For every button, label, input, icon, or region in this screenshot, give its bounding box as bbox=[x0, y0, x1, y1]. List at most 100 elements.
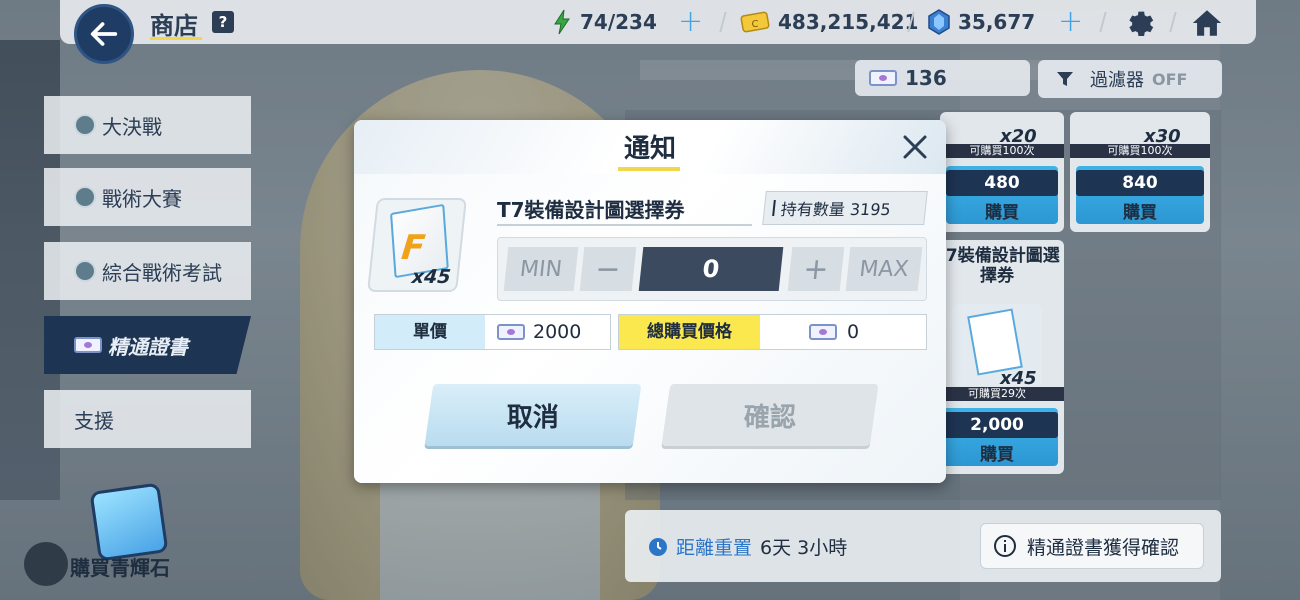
purchase-count: 可購買100次 bbox=[940, 144, 1064, 158]
joint-exam-icon bbox=[74, 260, 96, 282]
owned-count: 持有數量 3195 bbox=[762, 191, 928, 225]
quantity-stepper: MIN − 0 + MAX bbox=[497, 237, 927, 301]
purchase-dialog: 通知 F x45 T7裝備設計圖選擇券 持有數量 3195 MIN − 0 + … bbox=[354, 120, 946, 483]
play-icon bbox=[24, 542, 68, 586]
total-price-label: 總購買價格 bbox=[619, 315, 760, 349]
item-multiplier: x45 bbox=[410, 266, 452, 288]
item-multiplier: x45 bbox=[1000, 368, 1037, 389]
plus-icon: + bbox=[678, 4, 704, 39]
sidebar-item-label: 戰術大賽 bbox=[102, 186, 182, 211]
unit-price-box: 單價 2000 bbox=[374, 314, 611, 350]
gems-add-button[interactable]: + bbox=[1058, 4, 1084, 39]
back-button[interactable] bbox=[74, 4, 134, 64]
sidebar-item-label: 精通證書 bbox=[108, 334, 188, 359]
shop-item-card[interactable]: x20 可購買100次 480 購買 bbox=[940, 112, 1064, 232]
credit-coin-icon: C bbox=[740, 11, 770, 33]
sidebar-item-mastery-certificate[interactable]: 精通證書 bbox=[44, 316, 251, 374]
sidebar-item-joint-exam[interactable]: 綜合戰術考試 bbox=[44, 242, 251, 300]
confirm-button[interactable]: 確認 bbox=[661, 384, 879, 446]
svg-text:C: C bbox=[752, 19, 759, 30]
min-button[interactable]: MIN bbox=[503, 247, 579, 291]
item-thumbnail: F x45 bbox=[367, 198, 467, 292]
ticket-icon bbox=[74, 337, 102, 353]
buy-label: 購買 bbox=[985, 203, 1019, 223]
gem-bag-icon bbox=[89, 482, 169, 562]
mastery-currency-display: 136 bbox=[855, 60, 1030, 96]
filter-state: OFF bbox=[1152, 69, 1188, 89]
sidebar-item-support[interactable]: 支援 bbox=[44, 390, 251, 448]
plus-icon: + bbox=[1058, 4, 1084, 39]
unit-price: 2000 bbox=[533, 321, 582, 343]
stamina-value: 74/234 bbox=[580, 10, 657, 34]
plus-button[interactable]: + bbox=[787, 247, 845, 291]
title-underline bbox=[618, 167, 680, 171]
grand-assault-icon bbox=[74, 114, 96, 136]
credits-value: 483,215,421 bbox=[778, 10, 919, 34]
buy-label: 購買 bbox=[1123, 203, 1157, 223]
item-price: 840 bbox=[1076, 170, 1204, 196]
max-button[interactable]: MAX bbox=[845, 247, 923, 291]
sidebar-item-grand-assault[interactable]: 大決戰 bbox=[44, 96, 251, 154]
reset-label: 距離重置 bbox=[676, 537, 753, 559]
reset-value: 6天 3小時 bbox=[760, 537, 848, 559]
dialog-body: F x45 T7裝備設計圖選擇券 持有數量 3195 MIN − 0 + MAX… bbox=[354, 174, 946, 483]
buy-label: 購買 bbox=[980, 445, 1014, 465]
close-icon[interactable] bbox=[898, 130, 932, 164]
sidebar-item-label: 支援 bbox=[74, 408, 114, 433]
sidebar-item-label: 綜合戰術考試 bbox=[102, 260, 222, 285]
info-icon bbox=[994, 535, 1016, 557]
ticket-icon bbox=[497, 324, 525, 340]
total-price-value: 0 bbox=[809, 315, 859, 349]
ticket-icon bbox=[869, 70, 897, 86]
gems-display: 35,677 bbox=[928, 8, 1035, 36]
total-price-box: 總購買價格 0 bbox=[618, 314, 927, 350]
dialog-title: 通知 bbox=[623, 134, 676, 164]
clock-icon bbox=[649, 537, 667, 556]
stamina-display: 74/234 bbox=[552, 8, 657, 36]
purchase-count: 可購買29次 bbox=[930, 387, 1064, 401]
title-underline bbox=[150, 37, 202, 40]
filter-button[interactable]: 過濾器 OFF bbox=[1038, 60, 1222, 98]
unit-price-label: 單價 bbox=[375, 315, 485, 349]
help-icon[interactable]: ? bbox=[212, 11, 234, 33]
ticket-icon bbox=[809, 324, 837, 340]
gem-icon bbox=[928, 9, 950, 35]
quantity-value[interactable]: 0 bbox=[638, 247, 784, 291]
owned-bar bbox=[772, 200, 776, 216]
item-name-underline bbox=[497, 224, 752, 226]
total-price: 0 bbox=[847, 321, 860, 343]
owned-label: 持有數量 3195 bbox=[779, 200, 892, 219]
lightning-icon bbox=[554, 9, 570, 35]
item-price: 2,000 bbox=[936, 412, 1058, 438]
shop-item-card[interactable]: T7裝備設計圖選擇券 x45 可購買29次 2,000 購買 bbox=[930, 240, 1064, 474]
buy-gem-button[interactable]: 購買青輝石 bbox=[24, 482, 174, 592]
sidebar-item-label: 大決戰 bbox=[102, 114, 162, 139]
confirm-label: 確認 bbox=[743, 402, 796, 433]
gear-icon[interactable] bbox=[1124, 6, 1158, 40]
minus-button[interactable]: − bbox=[579, 247, 637, 291]
dialog-header: 通知 bbox=[354, 120, 946, 174]
home-icon[interactable] bbox=[1190, 6, 1224, 40]
item-title: T7裝備設計圖選擇券 bbox=[934, 246, 1060, 286]
mastery-info-label: 精通證書獲得確認 bbox=[1027, 536, 1180, 559]
tactical-challenge-icon bbox=[74, 186, 96, 208]
shop-item-card[interactable]: x30 可購買100次 840 購買 bbox=[1070, 112, 1210, 232]
mastery-info-button[interactable]: 精通證書獲得確認 bbox=[980, 523, 1204, 569]
item-price: 480 bbox=[946, 170, 1058, 196]
buy-gem-label: 購買青輝石 bbox=[70, 556, 170, 580]
credits-display: C 483,215,421 bbox=[740, 8, 918, 36]
mastery-currency-value: 136 bbox=[905, 66, 947, 90]
page-title: 商店 bbox=[150, 12, 198, 40]
item-emblem: F bbox=[399, 228, 428, 268]
stamina-add-button[interactable]: + bbox=[678, 4, 704, 39]
funnel-icon bbox=[1057, 72, 1073, 86]
arrow-left-icon bbox=[90, 22, 118, 46]
sidebar-item-tactical-challenge[interactable]: 戰術大賽 bbox=[44, 168, 251, 226]
cancel-button[interactable]: 取消 bbox=[424, 384, 642, 446]
item-name: T7裝備設計圖選擇券 bbox=[497, 198, 685, 222]
blueprint-icon bbox=[967, 308, 1023, 376]
reset-timer: 距離重置 6天 3小時 bbox=[648, 533, 847, 560]
cancel-label: 取消 bbox=[506, 402, 559, 433]
gems-value: 35,677 bbox=[958, 10, 1036, 34]
filter-label: 過濾器 bbox=[1090, 70, 1144, 91]
